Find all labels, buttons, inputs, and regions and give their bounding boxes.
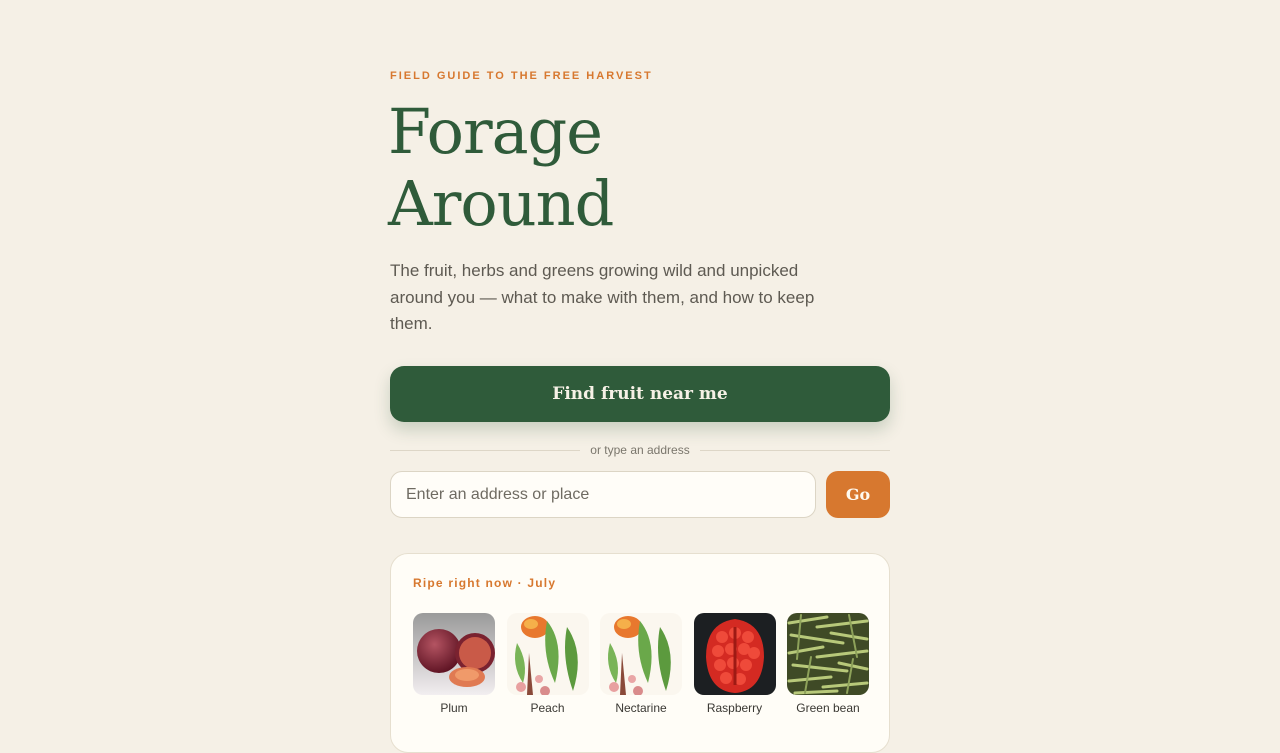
ripe-item-green-bean[interactable]: Green bean bbox=[787, 613, 869, 715]
or-divider: or type an address bbox=[390, 442, 890, 458]
ripe-list: Plum Peach Nectarine Raspberry Green bea… bbox=[413, 613, 869, 715]
raspberry-image bbox=[693, 613, 776, 695]
eyebrow-text: FIELD GUIDE TO THE FREE HARVEST bbox=[390, 70, 653, 82]
intro-text: The fruit, herbs and greens growing wild… bbox=[390, 261, 815, 333]
ripe-item-label: Nectarine bbox=[615, 701, 667, 715]
ripe-item-peach[interactable]: Peach bbox=[506, 613, 589, 715]
ripe-item-nectarine[interactable]: Nectarine bbox=[600, 613, 682, 715]
ripe-item-label: Plum bbox=[440, 701, 468, 715]
ripe-item-raspberry[interactable]: Raspberry bbox=[693, 613, 776, 715]
ripe-item-label: Peach bbox=[530, 701, 565, 715]
plum-image bbox=[413, 613, 495, 695]
divider-line-left bbox=[390, 449, 581, 451]
page-title: Forage Around bbox=[388, 95, 614, 240]
peach-illustration bbox=[506, 613, 589, 695]
ripe-item-label: Green bean bbox=[796, 701, 860, 715]
ripe-now-card: Ripe right now · July Plum Peach Nectari… bbox=[390, 553, 890, 753]
divider-text: or type an address bbox=[590, 443, 690, 457]
title-line-2: Around bbox=[388, 167, 614, 240]
title-line-1: Forage bbox=[388, 95, 603, 168]
ripe-item-label: Raspberry bbox=[706, 701, 763, 715]
address-input[interactable] bbox=[390, 471, 816, 518]
nectarine-illustration bbox=[600, 613, 682, 695]
ripe-item-plum[interactable]: Plum bbox=[413, 613, 495, 715]
find-fruit-button[interactable]: Find fruit near me bbox=[390, 366, 890, 422]
ripe-now-title: Ripe right now · July bbox=[413, 576, 557, 590]
go-button[interactable]: Go bbox=[826, 471, 890, 518]
green-bean-image bbox=[787, 613, 869, 695]
divider-line-right bbox=[699, 449, 890, 451]
